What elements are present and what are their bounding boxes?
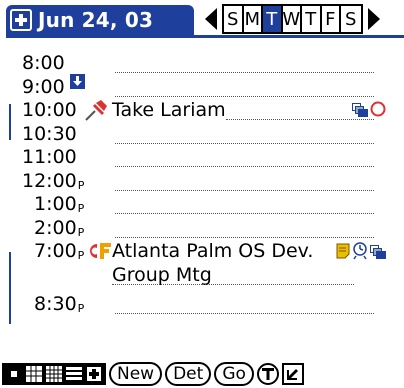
go-button[interactable]: Go [214, 362, 254, 386]
alarm-clock-icon [352, 242, 368, 264]
list-view-icon[interactable] [65, 365, 83, 383]
note-icon [336, 243, 350, 263]
new-button[interactable]: New [109, 362, 163, 386]
day-sunday[interactable]: S [224, 6, 244, 32]
repeat-icon [370, 244, 386, 263]
time-slot[interactable]: 2:00P [0, 217, 404, 241]
pm-marker: P [77, 202, 85, 215]
month-view-grid-icon[interactable] [45, 365, 63, 383]
week-day-selector: S M T W T F S [222, 4, 363, 34]
event-description[interactable]: Take Lariam [112, 99, 226, 122]
date-title-tab[interactable]: Jun 24, 03 [6, 5, 404, 38]
today-t-icon[interactable] [256, 363, 279, 385]
slot-time: 8:30P [34, 293, 85, 315]
time-slot[interactable]: 8:00 [0, 52, 404, 76]
slot-line [115, 166, 374, 167]
repeat-icon [352, 102, 368, 121]
slot-time: 11:00 [22, 146, 77, 168]
view-selector [2, 363, 106, 385]
week-view-grid-icon[interactable] [25, 365, 43, 383]
slot-line [115, 72, 374, 73]
slot-line [115, 236, 374, 238]
day-thursday[interactable]: T [302, 6, 322, 32]
agenda-view-icon[interactable] [85, 365, 103, 383]
slot-line [115, 189, 374, 191]
slot-time: 8:00 [22, 52, 65, 74]
slot-line [115, 313, 374, 314]
time-slot[interactable]: 10:30 [0, 123, 404, 147]
pm-marker: P [77, 178, 85, 192]
slot-time: 10:00 [22, 99, 77, 121]
time-slot[interactable]: 7:00P Atlanta Palm OS Dev. [0, 240, 404, 264]
day-friday[interactable]: F [322, 6, 341, 32]
day-wednesday[interactable]: W [282, 6, 302, 32]
slot-line [115, 95, 374, 97]
time-slot[interactable]: 8:30P [0, 293, 404, 317]
time-slot[interactable]: 12:00P [0, 170, 404, 194]
time-slot[interactable]: Group Mtg [0, 264, 404, 288]
time-slot[interactable]: 1:00P [0, 193, 404, 217]
pm-marker: P [77, 302, 85, 315]
day-tuesday[interactable]: T [263, 6, 283, 32]
date-title: Jun 24, 03 [38, 8, 154, 32]
event-description[interactable]: Atlanta Palm OS Dev. [112, 240, 313, 263]
slot-time: 9:00 [22, 75, 65, 98]
expand-corner-icon[interactable] [281, 363, 304, 385]
time-slot[interactable]: 9:00 [0, 73, 404, 100]
header: Jun 24, 03 S M T W T F S [0, 0, 404, 40]
prev-week-arrow-icon[interactable] [200, 4, 222, 34]
pm-marker: P [77, 249, 85, 262]
category-cf-icon [86, 241, 112, 265]
time-slot[interactable]: 11:00 [0, 146, 404, 170]
time-slot[interactable]: 10:00 Take Lariam [0, 99, 404, 123]
slot-line [115, 213, 374, 214]
day-view: 8:00 9:00 10:00 Take Lariam 10:30 11:00 … [0, 52, 404, 324]
day-saturday[interactable]: S [341, 6, 361, 32]
week-navigation: S M T W T F S [200, 4, 385, 34]
slot-line [112, 283, 354, 285]
pm-marker: P [77, 225, 85, 239]
day-view-dot-icon[interactable] [5, 365, 23, 383]
details-button[interactable]: Det [165, 362, 212, 386]
slot-time: 10:30 [22, 122, 77, 145]
next-week-arrow-icon[interactable] [363, 4, 385, 34]
event-indicators [352, 101, 386, 121]
bottom-toolbar: New Det Go [0, 360, 404, 388]
slot-line [115, 142, 374, 144]
calendar-icon [10, 9, 32, 31]
event-indicators [336, 242, 386, 264]
scroll-down-icon[interactable] [70, 73, 85, 93]
alarm-circle-icon [370, 101, 386, 121]
day-monday[interactable]: M [244, 6, 263, 32]
